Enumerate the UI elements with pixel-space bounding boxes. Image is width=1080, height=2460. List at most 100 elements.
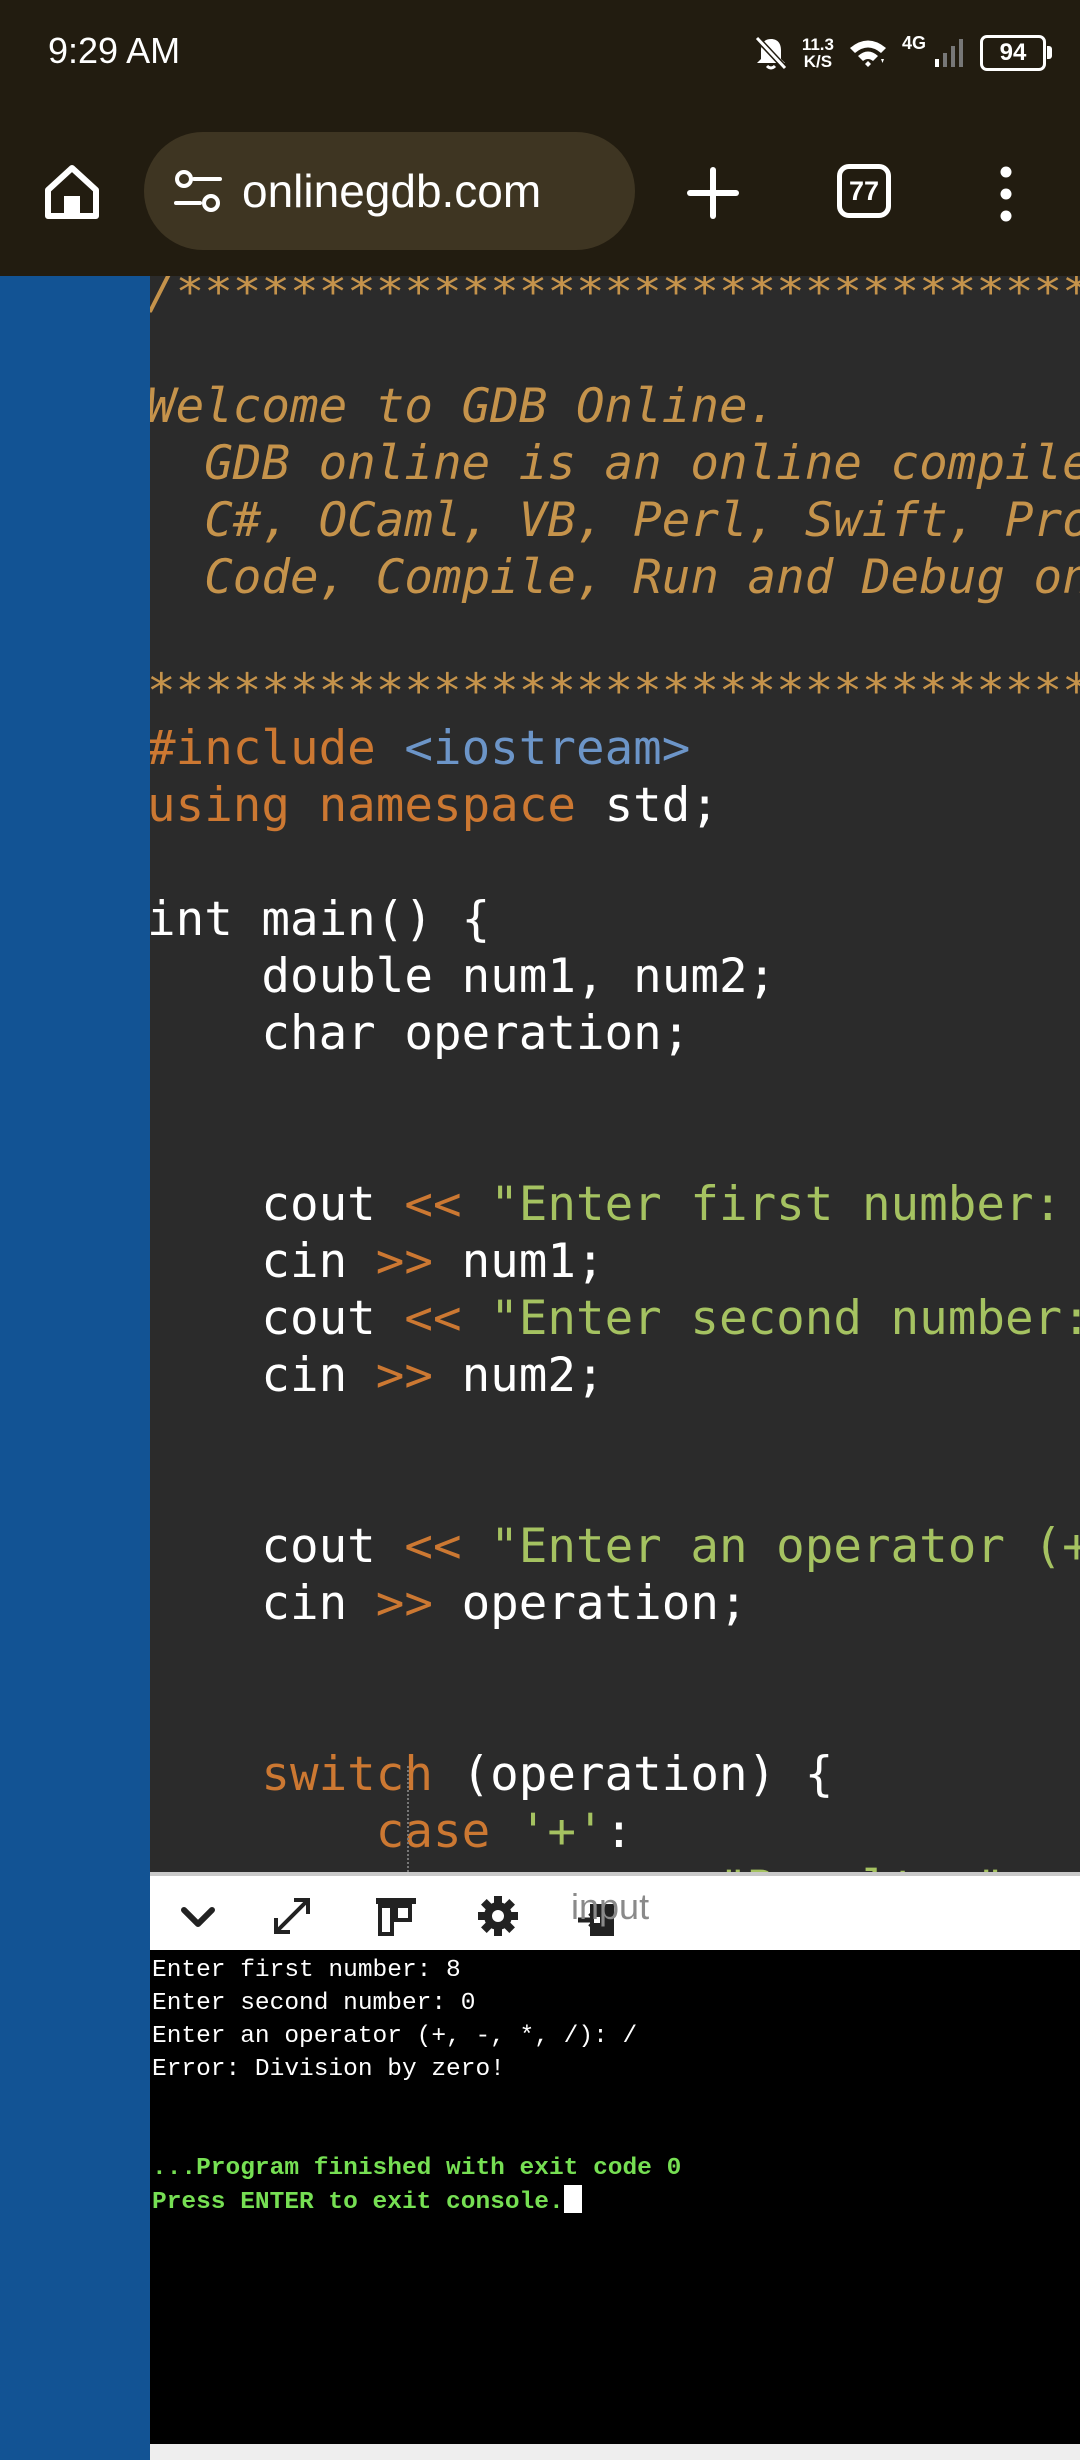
code-token: std; [604, 778, 719, 833]
expand-icon[interactable] [268, 1892, 316, 1940]
console-text: Enter first number: 8 [152, 1957, 461, 1984]
code-token: <iostream> [404, 721, 691, 776]
code-token: cin [150, 1348, 376, 1403]
code-editor[interactable]: /************************************ Wel… [150, 276, 1080, 1872]
code-line: Code, Compile, Run and Debug on [150, 549, 1080, 606]
code-token: cout [150, 1177, 405, 1232]
url-bar[interactable]: onlinegdb.com [144, 132, 635, 250]
net-speed: 11.3 K/S [801, 35, 834, 71]
code-line: #include <iostream> [150, 720, 1080, 777]
url-text[interactable]: onlinegdb.com [242, 164, 541, 218]
code-line: cin >> num2; [150, 1347, 1080, 1404]
wifi-icon [849, 40, 886, 67]
code-token: cin [150, 1576, 376, 1631]
console-line: Enter first number: 8 [150, 1954, 1080, 1987]
code-token: << [404, 1177, 462, 1232]
code-line: ************************************* [150, 663, 1080, 720]
console-output[interactable]: Enter first number: 8 Enter second number… [150, 1950, 1080, 2444]
console-line: Press ENTER to exit console. [150, 2185, 1080, 2218]
code-token: operation; [432, 1576, 748, 1631]
bottom-strip [150, 2444, 1080, 2460]
code-token: << [404, 1291, 462, 1346]
code-line: case '+': [150, 1803, 1080, 1860]
console-line: Enter an operator (+, -, *, /): / [150, 2020, 1080, 2053]
code-lines: /************************************ Wel… [150, 276, 1080, 1872]
collapse-console-icon[interactable] [174, 1892, 222, 1940]
console-text: Press ENTER to exit console. [152, 2189, 564, 2216]
code-token: GDB online is an online compile [150, 436, 1080, 491]
console-text: Enter an operator (+, -, *, /): / [152, 2023, 638, 2050]
code-line: /************************************ [150, 276, 1080, 321]
code-token: '+' [518, 1804, 605, 1859]
code-line: GDB online is an online compile [150, 435, 1080, 492]
tab-switcher-button[interactable]: 77 [837, 164, 891, 218]
layout-toggle-icon[interactable] [372, 1892, 420, 1940]
code-token: #include [150, 721, 405, 776]
code-token: >> [375, 1576, 433, 1631]
code-token: using namespace [150, 778, 605, 833]
code-line: "Result: " [150, 1860, 1080, 1872]
code-token: "Enter an operator (+ [461, 1519, 1080, 1574]
site-settings-icon[interactable] [170, 163, 226, 219]
code-line: cin >> num1; [150, 1233, 1080, 1290]
code-line: Welcome to GDB Online. [150, 378, 1080, 435]
code-token: switch [150, 1747, 462, 1802]
code-token: cout [150, 1519, 405, 1574]
settings-gear-icon[interactable] [474, 1892, 522, 1940]
code-line: int main() { [150, 891, 1080, 948]
signal-icon [935, 39, 963, 67]
battery-indicator: 94 [980, 35, 1052, 71]
code-token: double num1, num2; [150, 949, 777, 1004]
code-token: C#, OCaml, VB, Perl, Swift, Pro [150, 493, 1080, 548]
console-cursor [563, 2185, 582, 2213]
status-icons: 11.3 K/S 4G 94 [754, 28, 1052, 78]
code-token: /************************************ [150, 276, 1080, 320]
code-token: num1; [432, 1234, 605, 1289]
tab-count: 77 [848, 175, 880, 206]
input-tab-label[interactable]: input [571, 1886, 649, 1928]
code-token: "Enter first number: [461, 1177, 1080, 1232]
new-tab-icon[interactable] [680, 160, 746, 226]
home-icon[interactable] [40, 160, 104, 224]
console-line: Error: Division by zero! [150, 2053, 1080, 2086]
code-line: cin >> operation; [150, 1575, 1080, 1632]
code-token: int main() { [150, 892, 491, 947]
code-line: using namespace std; [150, 777, 1080, 834]
code-token: "Result: " [150, 1861, 1005, 1872]
mute-bell-icon [754, 35, 788, 71]
console-toolbar: input [150, 1872, 1080, 1950]
left-sidebar [0, 276, 150, 2460]
code-token: cout [150, 1291, 405, 1346]
code-token: case [150, 1804, 519, 1859]
console-text: Error: Division by zero! [152, 2056, 505, 2083]
code-token: Code, Compile, Run and Debug on [150, 550, 1080, 605]
code-token: (operation) { [461, 1747, 834, 1802]
code-line: C#, OCaml, VB, Perl, Swift, Pro [150, 492, 1080, 549]
code-line: cout << "Enter first number: [150, 1176, 1080, 1233]
status-time: 9:29 AM [48, 30, 181, 71]
indent-guide [407, 1766, 409, 1872]
code-token: : [604, 1804, 634, 1859]
code-line: switch (operation) { [150, 1746, 1080, 1803]
code-token: ************************************* [150, 664, 1080, 719]
code-token: char operation; [150, 1006, 691, 1061]
network-type: 4G [901, 32, 926, 53]
code-line: char operation; [150, 1005, 1080, 1062]
code-token: Welcome to GDB Online. [150, 379, 777, 434]
console-line: ...Program finished with exit code 0 [150, 2152, 1080, 2185]
code-token: >> [375, 1234, 433, 1289]
more-menu-icon[interactable] [990, 164, 1022, 224]
code-token: num2; [432, 1348, 605, 1403]
console-line: Enter second number: 0 [150, 1987, 1080, 2020]
code-line: double num1, num2; [150, 948, 1080, 1005]
code-token: << [404, 1519, 462, 1574]
